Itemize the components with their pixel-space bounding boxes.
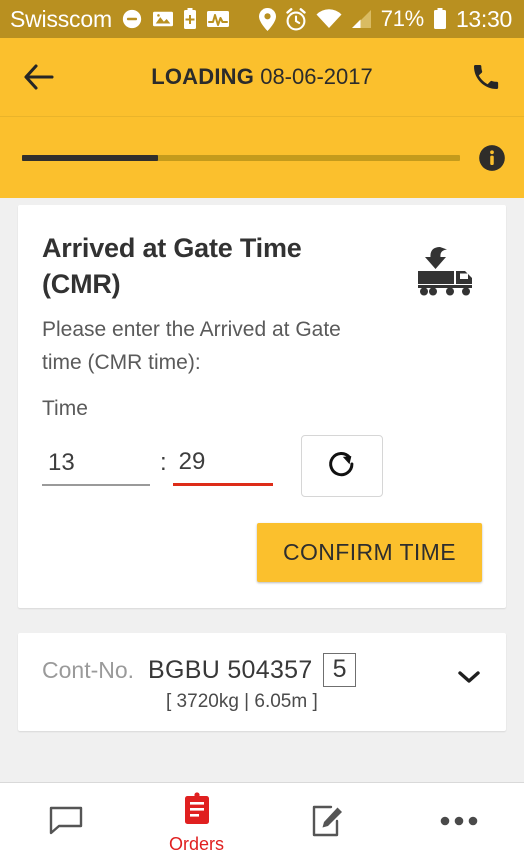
refresh-icon bbox=[325, 447, 359, 486]
back-button[interactable] bbox=[22, 63, 56, 91]
container-meta: [ 3720kg | 6.05m ] bbox=[166, 691, 318, 713]
carrier-label: Swisscom bbox=[10, 5, 112, 32]
clipboard-icon bbox=[182, 791, 212, 831]
container-check-digit: 5 bbox=[322, 653, 357, 688]
wifi-icon bbox=[316, 9, 342, 29]
alarm-clock-icon bbox=[285, 7, 307, 31]
page-title-date: 08-06-2017 bbox=[260, 64, 373, 89]
edit-note-icon bbox=[311, 805, 345, 842]
photo-icon bbox=[152, 9, 174, 29]
status-bar-right: 71% 13:30 bbox=[258, 5, 512, 33]
page-title: LOADING 08-06-2017 bbox=[0, 64, 524, 90]
battery-plus-icon bbox=[183, 8, 197, 30]
card-title: Arrived at Gate Time (CMR) bbox=[42, 233, 302, 299]
refresh-time-button[interactable] bbox=[300, 435, 383, 498]
container-details: Cont-No. BGBU 504357 5 [ 3720kg | 6.05m … bbox=[42, 653, 444, 713]
chevron-down-icon[interactable] bbox=[454, 667, 484, 692]
battery-percent-label: 71% bbox=[380, 6, 424, 31]
status-bar-left: Swisscom bbox=[10, 6, 230, 33]
info-icon[interactable] bbox=[478, 144, 506, 172]
time-separator: : bbox=[160, 448, 167, 476]
nav-item-chat[interactable] bbox=[0, 783, 131, 863]
location-pin-icon bbox=[258, 7, 276, 31]
progress-bar bbox=[22, 154, 460, 161]
container-number-row: Cont-No. BGBU 504357 5 bbox=[42, 653, 444, 688]
arrived-at-gate-card: Arrived at Gate Time (CMR) Please enter … bbox=[18, 205, 506, 609]
nav-item-orders-label: Orders bbox=[168, 833, 224, 854]
page-title-label: LOADING bbox=[151, 64, 255, 89]
hours-input[interactable] bbox=[42, 446, 150, 484]
signal-bars-icon bbox=[351, 9, 372, 29]
container-number-label: Cont-No. bbox=[42, 656, 135, 683]
truck-loading-icon bbox=[414, 245, 482, 302]
battery-icon bbox=[433, 8, 447, 30]
overflow-dots-icon bbox=[440, 814, 478, 832]
confirm-row: CONFIRM TIME bbox=[42, 523, 482, 583]
app-bar: LOADING 08-06-2017 bbox=[0, 38, 524, 116]
time-input-row: : bbox=[42, 435, 482, 498]
nav-item-more[interactable] bbox=[393, 783, 524, 863]
progress-row bbox=[0, 116, 524, 198]
hours-field-wrapper[interactable] bbox=[42, 446, 150, 486]
confirm-time-button[interactable]: CONFIRM TIME bbox=[256, 523, 482, 583]
time-field-label: Time bbox=[42, 397, 88, 421]
clock-label: 13:30 bbox=[455, 5, 512, 32]
instructions-text: Please enter the Arrived at Gate time (C… bbox=[42, 318, 341, 374]
bottom-navigation: Orders bbox=[0, 782, 524, 863]
app-root: Swisscom 71% 13:30 LOADING 08-06-2017 Ar… bbox=[0, 0, 524, 863]
minutes-field-wrapper[interactable] bbox=[172, 446, 273, 487]
chat-bubble-icon bbox=[49, 806, 83, 841]
minutes-input[interactable] bbox=[172, 446, 273, 484]
nav-item-orders[interactable]: Orders bbox=[131, 783, 262, 863]
do-not-disturb-icon bbox=[121, 8, 143, 30]
status-bar: Swisscom 71% 13:30 bbox=[0, 0, 524, 38]
container-number-value: BGBU 504357 bbox=[148, 655, 313, 684]
card-header: Arrived at Gate Time (CMR) bbox=[42, 231, 482, 302]
progress-bar-fill bbox=[22, 154, 158, 161]
page-content: Arrived at Gate Time (CMR) Please enter … bbox=[0, 198, 524, 732]
activity-pulse-icon bbox=[206, 9, 230, 29]
phone-icon[interactable] bbox=[470, 61, 502, 93]
nav-item-notes[interactable] bbox=[262, 783, 393, 863]
container-info-card[interactable]: Cont-No. BGBU 504357 5 [ 3720kg | 6.05m … bbox=[18, 633, 506, 732]
